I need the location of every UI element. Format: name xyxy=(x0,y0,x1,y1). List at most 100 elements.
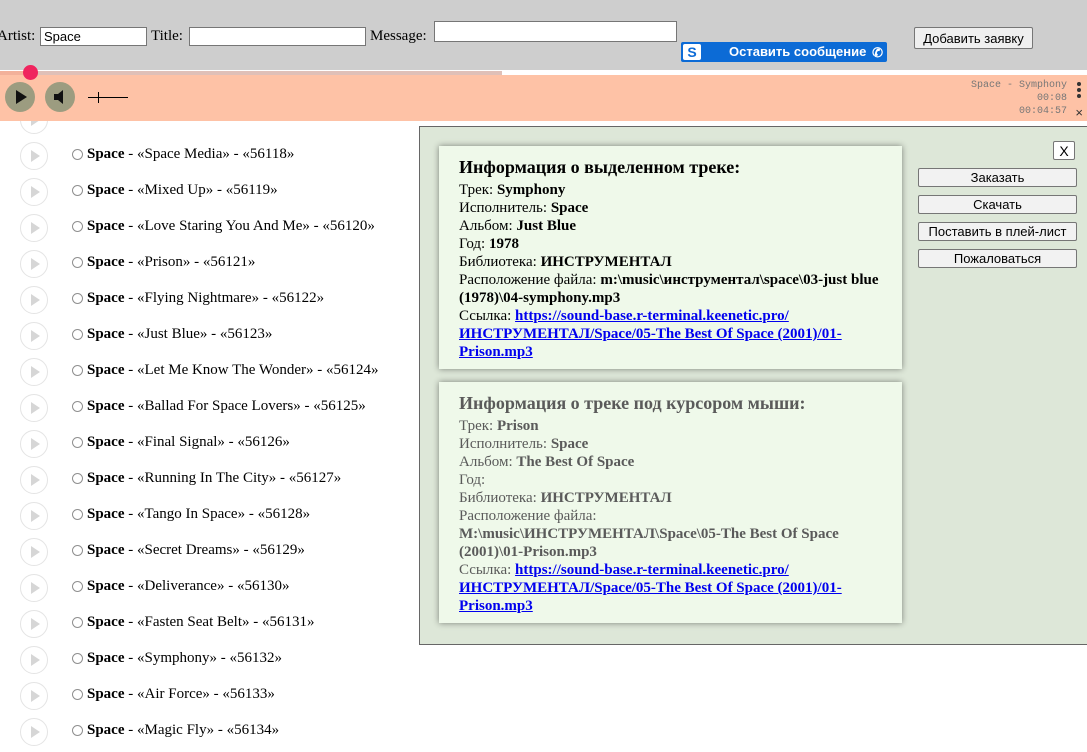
list-item[interactable]: Space - «Air Force» - «56133» xyxy=(0,678,420,714)
artist-input[interactable] xyxy=(40,27,147,46)
play-track-icon[interactable] xyxy=(20,178,48,206)
phone-icon: ✆ xyxy=(872,45,883,60)
list-item[interactable]: Space - «Magic Fly» - «56134» xyxy=(0,714,420,750)
track-radio[interactable] xyxy=(72,689,83,700)
track-radio[interactable] xyxy=(72,221,83,232)
track-text: Space - «Secret Dreams» - «56129» xyxy=(87,542,305,559)
track-artist: Space xyxy=(87,650,125,666)
track-radio[interactable] xyxy=(72,185,83,196)
list-item[interactable]: Space - «Let Me Know The Wonder» - «5612… xyxy=(0,354,420,390)
track-list: Space - «Space Media» - «56118» Space - «… xyxy=(0,121,420,752)
volume-slider[interactable] xyxy=(88,97,128,98)
track-artist: Space xyxy=(87,578,125,594)
play-track-icon[interactable] xyxy=(20,610,48,638)
list-item[interactable]: Space - «Tango In Space» - «56128» xyxy=(0,498,420,534)
track-title: - «Flying Nightmare» - «56122» xyxy=(124,290,325,306)
leave-message-label: Оставить сообщение xyxy=(729,44,867,59)
selected-artist-value: Space xyxy=(550,200,589,216)
order-button[interactable]: Заказать xyxy=(918,168,1077,187)
list-item[interactable]: Space - «Ballad For Space Lovers» - «561… xyxy=(0,390,420,426)
play-button[interactable] xyxy=(5,82,35,112)
track-artist: Space xyxy=(87,218,125,234)
track-text: Space - «Just Blue» - «56123» xyxy=(87,326,272,343)
list-item[interactable]: Space - «Deliverance» - «56130» xyxy=(0,570,420,606)
volume-slider-knob[interactable] xyxy=(98,92,99,103)
volume-button[interactable] xyxy=(45,82,75,112)
artist-label: Исполнитель: xyxy=(459,436,551,452)
play-track-icon[interactable] xyxy=(20,682,48,710)
link-label: Ссылка: xyxy=(459,308,516,324)
list-item[interactable]: Space - «Fasten Seat Belt» - «56131» xyxy=(0,606,420,642)
list-item[interactable]: Space - «Prison» - «56121» xyxy=(0,246,420,282)
track-radio[interactable] xyxy=(72,401,83,412)
list-item[interactable]: Space - «Flying Nightmare» - «56122» xyxy=(0,282,420,318)
selected-file-link[interactable]: https://sound-base.r-terminal.keenetic.p… xyxy=(459,308,842,360)
list-item[interactable]: Space - «Love Staring You And Me» - «561… xyxy=(0,210,420,246)
play-track-icon[interactable] xyxy=(20,502,48,530)
now-playing-elapsed: 00:08 xyxy=(1036,93,1067,104)
close-icon[interactable]: × xyxy=(1075,105,1083,120)
track-text: Space - «Prison» - «56121» xyxy=(87,254,255,271)
more-menu-icon[interactable] xyxy=(1077,82,1081,100)
track-radio[interactable] xyxy=(72,473,83,484)
track-radio[interactable] xyxy=(72,581,83,592)
message-textarea[interactable] xyxy=(434,21,677,42)
track-radio[interactable] xyxy=(72,509,83,520)
list-item[interactable]: Space - «Secret Dreams» - «56129» xyxy=(0,534,420,570)
play-track-icon[interactable] xyxy=(20,466,48,494)
track-radio[interactable] xyxy=(72,365,83,376)
play-track-icon[interactable] xyxy=(20,394,48,422)
download-button[interactable]: Скачать xyxy=(918,195,1077,214)
track-radio[interactable] xyxy=(72,545,83,556)
play-track-icon[interactable] xyxy=(20,646,48,674)
play-track-icon[interactable] xyxy=(20,250,48,278)
title-input[interactable] xyxy=(189,27,366,46)
play-track-icon[interactable] xyxy=(20,358,48,386)
hover-file-link[interactable]: https://sound-base.r-terminal.keenetic.p… xyxy=(459,562,842,614)
play-track-icon[interactable] xyxy=(20,121,48,134)
play-track-icon[interactable] xyxy=(20,322,48,350)
track-radio[interactable] xyxy=(72,149,83,160)
track-text: Space - «Fasten Seat Belt» - «56131» xyxy=(87,614,314,631)
progress-knob[interactable] xyxy=(23,65,38,80)
add-request-button[interactable]: Добавить заявку xyxy=(914,27,1033,49)
track-text: Space - «Tango In Space» - «56128» xyxy=(87,506,310,523)
list-item[interactable] xyxy=(0,121,420,138)
play-track-icon[interactable] xyxy=(20,574,48,602)
selected-track-value: Symphony xyxy=(496,182,566,198)
play-track-icon[interactable] xyxy=(20,142,48,170)
play-track-icon[interactable] xyxy=(20,430,48,458)
track-radio[interactable] xyxy=(72,437,83,448)
year-label: Год: xyxy=(459,472,486,488)
artist-label: Исполнитель: xyxy=(459,200,551,216)
list-item[interactable]: Space - «Space Media» - «56118» xyxy=(0,138,420,174)
list-item[interactable]: Space - «Mixed Up» - «56119» xyxy=(0,174,420,210)
artist-label: Artist: xyxy=(0,28,36,44)
track-title: - «Magic Fly» - «56134» xyxy=(124,722,280,738)
list-item[interactable]: Space - «Running In The City» - «56127» xyxy=(0,462,420,498)
play-track-icon[interactable] xyxy=(20,718,48,746)
track-radio[interactable] xyxy=(72,293,83,304)
track-artist: Space xyxy=(87,434,125,450)
track-radio[interactable] xyxy=(72,257,83,268)
hover-heading: Информация о треке под курсором мыши: xyxy=(459,393,806,413)
track-radio[interactable] xyxy=(72,725,83,736)
list-item[interactable]: Space - «Final Signal» - «56126» xyxy=(0,426,420,462)
selected-album-value: Just Blue xyxy=(516,218,577,234)
leave-message-button[interactable]: S Оставить сообщение ✆ xyxy=(681,42,887,62)
track-radio[interactable] xyxy=(72,329,83,340)
track-radio[interactable] xyxy=(72,653,83,664)
close-panel-button[interactable]: X xyxy=(1053,141,1075,160)
list-item[interactable]: Space - «Just Blue» - «56123» xyxy=(0,318,420,354)
play-track-icon[interactable] xyxy=(20,538,48,566)
track-title: - «Running In The City» - «56127» xyxy=(124,470,342,486)
track-radio[interactable] xyxy=(72,617,83,628)
request-form-bar: Artist: Title: Message: S Оставить сообщ… xyxy=(0,0,1087,70)
track-artist: Space xyxy=(87,290,125,306)
track-artist: Space xyxy=(87,542,125,558)
add-to-playlist-button[interactable]: Поставить в плей-лист xyxy=(918,222,1077,241)
complain-button[interactable]: Пожаловаться xyxy=(918,249,1077,268)
list-item[interactable]: Space - «Symphony» - «56132» xyxy=(0,642,420,678)
play-track-icon[interactable] xyxy=(20,286,48,314)
play-track-icon[interactable] xyxy=(20,214,48,242)
